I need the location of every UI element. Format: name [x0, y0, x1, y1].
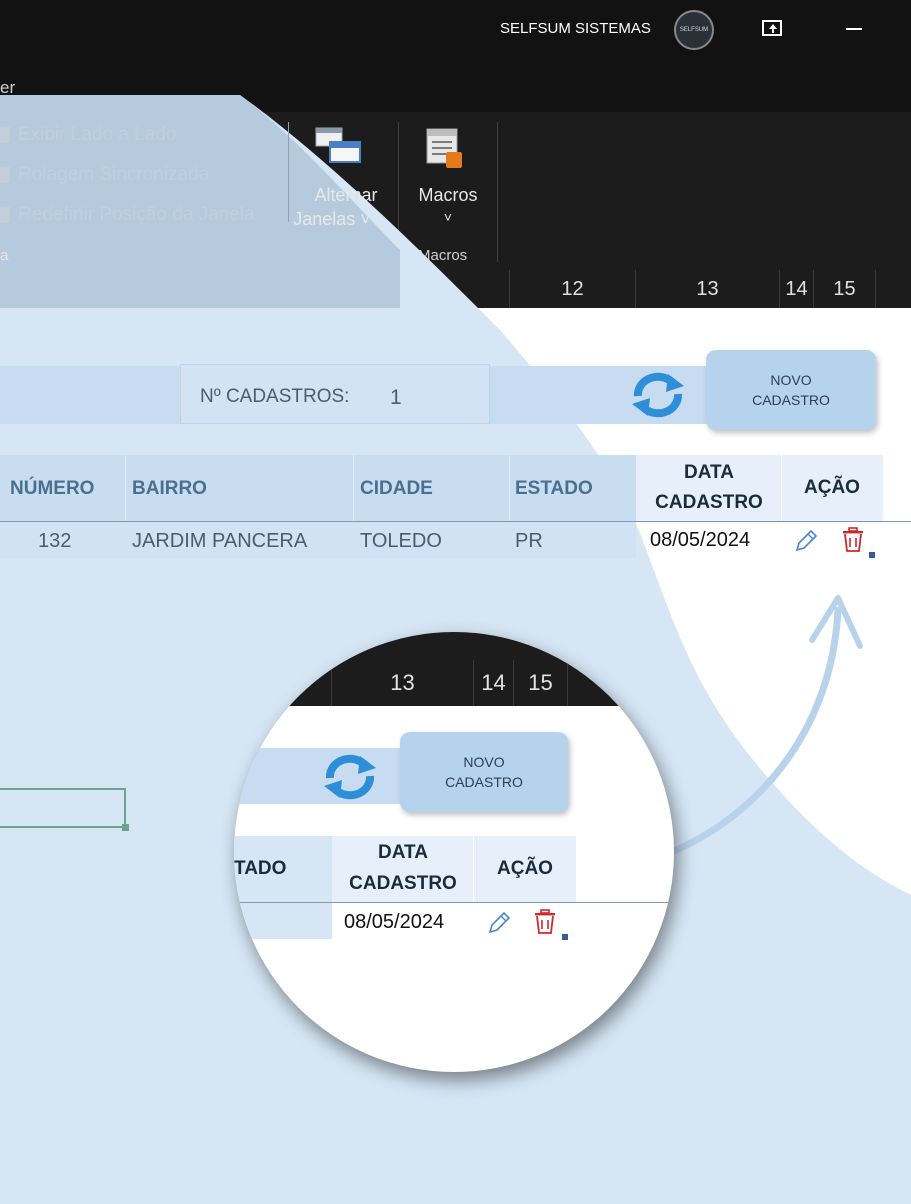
document-icon [0, 166, 10, 183]
switch-windows-button[interactable]: Alternar Janelas ˅ [290, 122, 390, 232]
header-numero[interactable]: NÚMERO [10, 478, 94, 500]
header-divider [353, 455, 354, 521]
header-cidade[interactable]: CIDADE [360, 478, 433, 500]
selected-cell[interactable] [0, 788, 126, 828]
header-data-line2[interactable]: CADASTRO [636, 488, 782, 518]
view-side-by-side-button[interactable]: Exibir Lado a Lado [0, 124, 176, 146]
document-icon [0, 126, 10, 143]
zoom-column-13: 13 [332, 660, 474, 706]
header-data-line1[interactable]: DATA [636, 458, 782, 488]
zoom-header-data-2: CADASTRO [349, 873, 457, 894]
window-group-label-partial: a [0, 247, 9, 264]
header-estado[interactable]: ESTADO [515, 478, 593, 500]
header-divider [509, 455, 510, 521]
zoom-header-acao: AÇÃO [497, 858, 553, 879]
cell-resize-handle[interactable] [869, 552, 875, 558]
zoom-refresh-icon [324, 754, 376, 800]
zoom-new-record-label-2: CADASTRO [445, 774, 523, 790]
new-record-label-1: NOVO [770, 372, 812, 388]
count-label: Nº CADASTROS: [200, 386, 350, 407]
header-divider [125, 455, 126, 521]
header-bairro[interactable]: BAIRRO [132, 478, 207, 500]
cell-data[interactable]: 08/05/2024 [650, 529, 750, 552]
delete-icon[interactable] [840, 526, 866, 554]
reset-window-position-button[interactable]: Redefinir Posição da Janela [0, 204, 255, 226]
switch-windows-label-2: Janelas ˅ [293, 209, 371, 229]
synchronous-scroll-button[interactable]: Rolagem Sincronizada [0, 164, 209, 186]
new-record-button[interactable]: NOVO CADASTRO [706, 350, 876, 430]
zoom-header-data-1: DATA [378, 842, 428, 863]
cell-estado[interactable]: PR [515, 530, 543, 553]
selection-fill-handle[interactable] [122, 824, 129, 831]
count-value: 1 [390, 386, 402, 409]
zoom-delete-icon [535, 909, 555, 934]
new-record-label-2: CADASTRO [752, 392, 830, 408]
switch-windows-icon [315, 127, 361, 163]
zoom-new-record-button: NOVO CADASTRO [400, 732, 568, 812]
edit-icon[interactable] [793, 528, 819, 554]
zoom-edit-icon [488, 911, 511, 934]
zoom-new-record-label-1: NOVO [463, 754, 505, 770]
cell-cidade[interactable]: TOLEDO [360, 530, 442, 553]
header-acao[interactable]: AÇÃO [782, 473, 882, 503]
cell-bairro[interactable]: JARDIM PANCERA [132, 530, 307, 553]
ribbon-tab-partial[interactable]: er [0, 78, 15, 98]
refresh-icon[interactable] [628, 370, 688, 420]
cell-numero[interactable]: 132 [38, 530, 71, 553]
zoom-header-estado: TADO [234, 858, 287, 879]
zoom-column-15: 15 [514, 660, 568, 706]
zoom-column-14: 14 [474, 660, 514, 706]
zoom-cell-data: 08/05/2024 [344, 911, 445, 933]
document-icon [0, 206, 10, 223]
ribbon-separator [288, 122, 289, 222]
zoom-magnifier: 13 14 15 NOVO CADASTRO TADO DATA CADASTR… [234, 632, 674, 1072]
switch-windows-label-1: Alternar [314, 185, 378, 205]
